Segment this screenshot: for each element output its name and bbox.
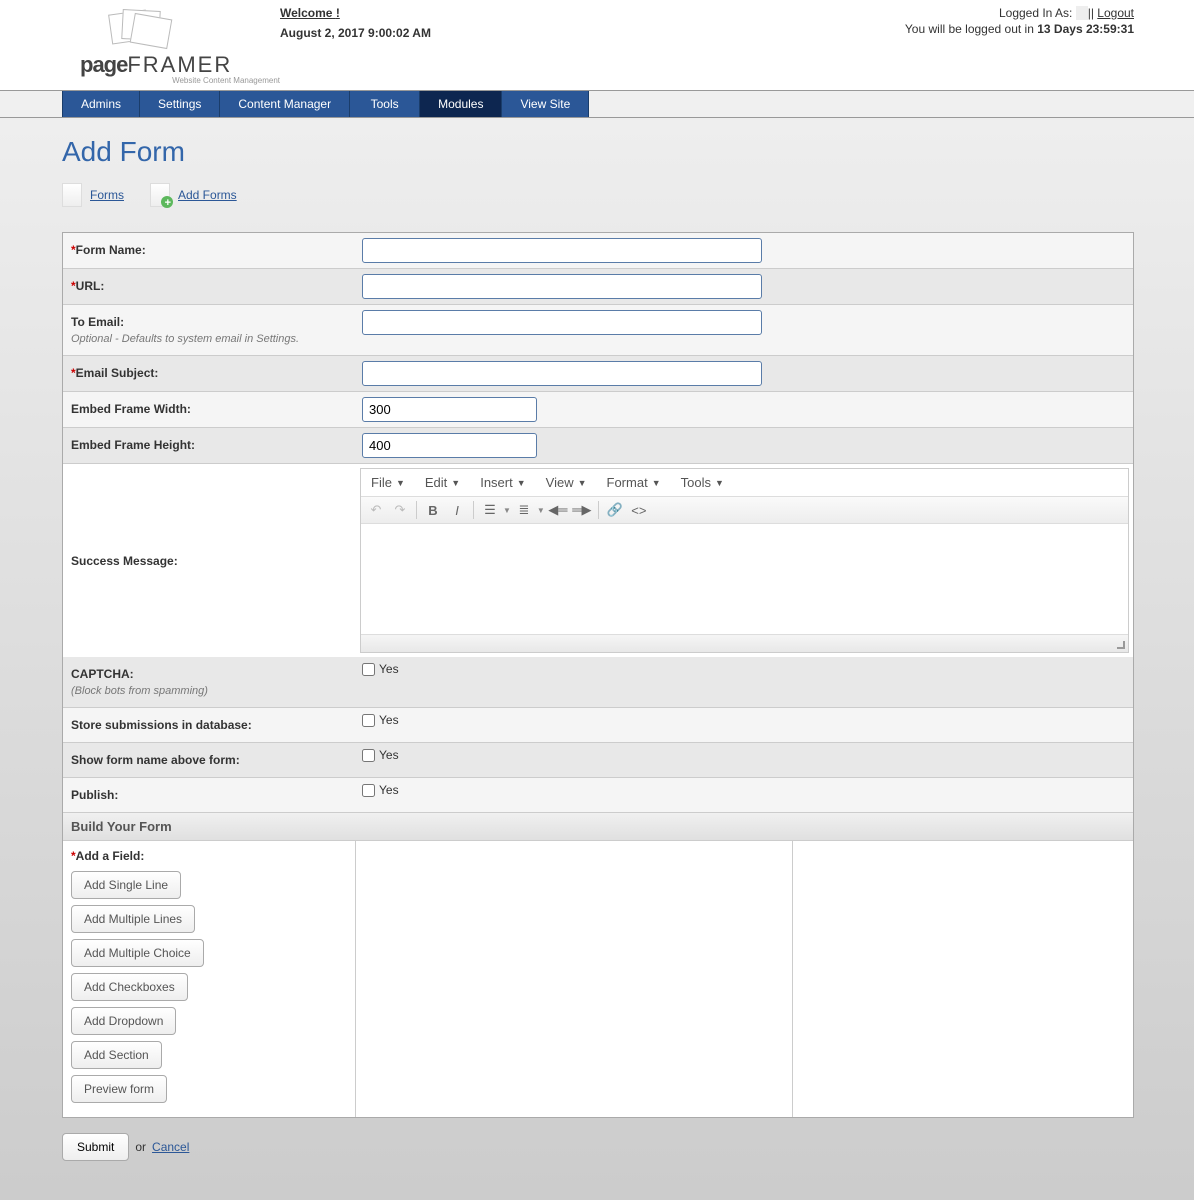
preview-form-button[interactable]: Preview form [71,1075,167,1103]
login-info: Logged In As: || Logout You will be logg… [905,0,1194,90]
welcome-block: Welcome ! August 2, 2017 9:00:02 AM [280,0,431,90]
build-properties [793,841,1133,1117]
input-form-name[interactable] [362,238,762,263]
checkbox-captcha[interactable] [362,663,375,676]
bold-icon[interactable]: B [422,500,444,520]
editor-menu-tools[interactable]: Tools ▼ [681,475,724,490]
resize-handle-icon[interactable] [1116,640,1126,650]
nav-admins[interactable]: Admins [62,91,140,117]
checkbox-store-db[interactable] [362,714,375,727]
header: pageFRAMER Website Content Management We… [0,0,1194,90]
nav-modules[interactable]: Modules [420,91,502,117]
checkbox-publish[interactable] [362,784,375,797]
label-store-db: Store submissions in database: [63,708,356,742]
page-title: Add Form [62,136,1134,168]
redo-icon[interactable]: ↷ [389,500,411,520]
page-icon [62,183,82,207]
submit-button[interactable]: Submit [62,1133,129,1161]
editor-menu-insert[interactable]: Insert ▼ [480,475,525,490]
add-checkboxes-button[interactable]: Add Checkboxes [71,973,188,1001]
nav-settings[interactable]: Settings [140,91,220,117]
label-email-subject: *Email Subject: [63,356,356,391]
add-multiple-lines-button[interactable]: Add Multiple Lines [71,905,195,933]
nav-view-site[interactable]: View Site [502,91,589,117]
label-success-message: Success Message: [63,464,356,657]
undo-icon[interactable]: ↶ [365,500,387,520]
label-show-name: Show form name above form: [63,743,356,777]
logout-link[interactable]: Logout [1097,6,1134,20]
bullet-list-icon[interactable]: ☰ [479,500,501,520]
add-section-button[interactable]: Add Section [71,1041,162,1069]
indent-icon[interactable]: ═▶ [571,500,593,520]
number-list-icon[interactable]: ≣ [513,500,535,520]
or-text: or [135,1140,146,1154]
label-captcha: CAPTCHA: (Block bots from spamming) [63,657,356,707]
form-box: *Form Name: *URL: To Email: Optional - D… [62,232,1134,1118]
input-to-email[interactable] [362,310,762,335]
input-frame-width[interactable] [362,397,537,422]
italic-icon[interactable]: I [446,500,468,520]
editor-menu-file[interactable]: File ▼ [371,475,405,490]
link-icon[interactable]: 🔗 [604,500,626,520]
input-url[interactable] [362,274,762,299]
build-canvas[interactable] [356,841,793,1117]
main-nav: Admins Settings Content Manager Tools Mo… [62,91,1194,117]
input-email-subject[interactable] [362,361,762,386]
breadcrumb: Forms Add Forms [62,183,1134,207]
header-date: August 2, 2017 9:00:02 AM [280,26,431,40]
editor-menu-edit[interactable]: Edit ▼ [425,475,460,490]
build-section-header: Build Your Form [63,813,1133,841]
editor-textarea[interactable] [361,524,1128,634]
rich-text-editor: File ▼ Edit ▼ Insert ▼ View ▼ Format ▼ T… [360,468,1129,653]
nav-tools[interactable]: Tools [350,91,420,117]
label-publish: Publish: [63,778,356,812]
cancel-link[interactable]: Cancel [152,1140,189,1154]
code-icon[interactable]: <> [628,500,650,520]
breadcrumb-add-forms[interactable]: Add Forms [178,188,237,202]
editor-menu-format[interactable]: Format ▼ [607,475,661,490]
add-icon [150,183,170,207]
input-frame-height[interactable] [362,433,537,458]
label-frame-height: Embed Frame Height: [63,428,356,463]
label-to-email: To Email: Optional - Defaults to system … [63,305,356,355]
editor-menu-view[interactable]: View ▼ [546,475,587,490]
add-dropdown-button[interactable]: Add Dropdown [71,1007,176,1035]
label-frame-width: Embed Frame Width: [63,392,356,427]
logo: pageFRAMER Website Content Management [0,0,280,90]
nav-content-manager[interactable]: Content Manager [220,91,350,117]
outdent-icon[interactable]: ◀═ [547,500,569,520]
checkbox-show-name[interactable] [362,749,375,762]
add-single-line-button[interactable]: Add Single Line [71,871,181,899]
label-form-name: *Form Name: [63,233,356,268]
add-field-label: *Add a Field: [71,849,347,863]
add-multiple-choice-button[interactable]: Add Multiple Choice [71,939,204,967]
breadcrumb-forms[interactable]: Forms [90,188,124,202]
label-url: *URL: [63,269,356,304]
